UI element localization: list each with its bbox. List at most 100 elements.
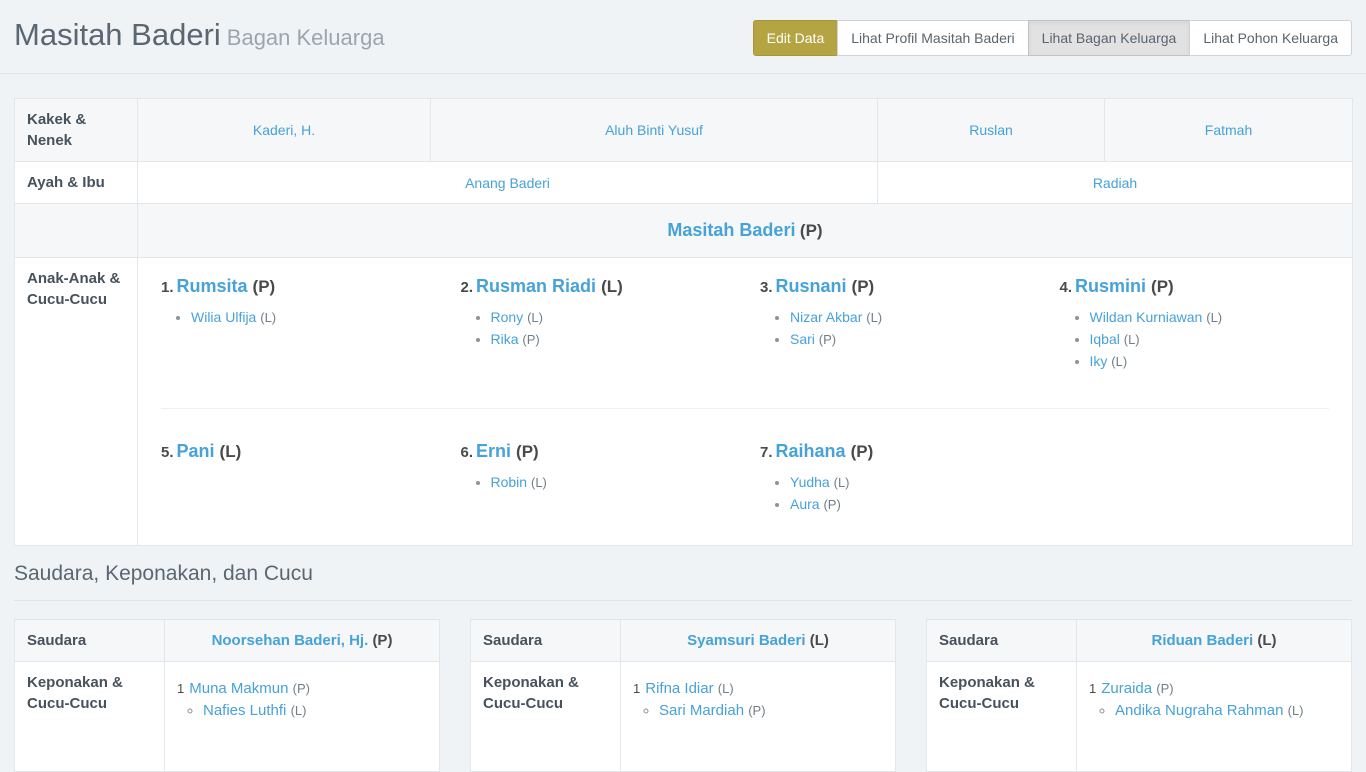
nephew-link[interactable]: Rifna Idiar	[645, 680, 713, 697]
nephew-child-link[interactable]: Sari Mardiah	[659, 702, 744, 719]
sibling-table-wrap: Saudara Riduan Baderi (L) Keponakan & Cu…	[926, 619, 1352, 772]
grandchild-link[interactable]: Aura	[790, 496, 820, 512]
gender-tag: (L)	[810, 632, 829, 649]
person-cell: Masitah Baderi (P)	[138, 204, 1353, 258]
grandchild-link[interactable]: Yudha	[790, 474, 830, 490]
child-number: 2.	[461, 279, 474, 296]
page-title: Masitah Baderi	[14, 17, 221, 52]
sibling-name-cell: Riduan Baderi (L)	[1077, 620, 1352, 662]
children-row-divider	[161, 408, 1329, 409]
child-link[interactable]: Rumsita	[177, 276, 248, 296]
grandchild-link[interactable]: Wildan Kurniawan	[1090, 309, 1203, 325]
nephew-link[interactable]: Zuraida	[1101, 680, 1152, 697]
child-block: 1.Rumsita (P) Wilia Ulfija (L)	[146, 276, 446, 374]
grandchild-link[interactable]: Rika	[491, 331, 519, 347]
child-block: 7.Raihana (P) Yudha (L) Aura (P)	[745, 441, 1045, 517]
gender-tag: (P)	[372, 632, 392, 649]
gender-tag: (P)	[800, 221, 823, 240]
nephew-link[interactable]: Muna Makmun	[189, 680, 288, 697]
child-link[interactable]: Rusman Riadi	[476, 276, 596, 296]
page-header: Masitah BaderiBagan Keluarga Edit Data L…	[0, 0, 1366, 74]
grandparent-link[interactable]: Kaderi, H.	[253, 122, 315, 138]
gender-tag: (L)	[1206, 310, 1222, 325]
sibling-link[interactable]: Noorsehan Baderi, Hj.	[212, 632, 369, 649]
nephew-item: 1Muna Makmun (P)Nafies Luthfi (L)	[177, 678, 427, 721]
grandchild-link[interactable]: Iqbal	[1090, 331, 1120, 347]
grandparent-link[interactable]: Ruslan	[969, 122, 1013, 138]
gender-tag: (P)	[748, 703, 765, 718]
nephew-item: 1Zuraida (P)Andika Nugraha Rahman (L)	[1089, 678, 1339, 721]
gender-tag: (L)	[834, 475, 850, 490]
gender-tag: (L)	[531, 475, 547, 490]
grandparent-link[interactable]: Aluh Binti Yusuf	[605, 122, 703, 138]
child-heading: 1.Rumsita (P)	[161, 276, 431, 298]
person-row-label	[15, 204, 138, 258]
grandchild-link[interactable]: Iky	[1090, 353, 1108, 369]
child-heading: 7.Raihana (P)	[760, 441, 1030, 463]
grandchild-item: Rony (L)	[491, 308, 731, 327]
sibling-link[interactable]: Riduan Baderi	[1151, 632, 1253, 649]
grandchild-item: Iqbal (L)	[1090, 330, 1330, 349]
grandchild-link[interactable]: Nizar Akbar	[790, 309, 862, 325]
sibling-table-wrap: Saudara Syamsuri Baderi (L) Keponakan & …	[470, 619, 896, 772]
grandchildren-list: Nizar Akbar (L)Sari (P)	[760, 308, 1030, 349]
grandchild-link[interactable]: Sari	[790, 331, 815, 347]
nephew-children-list: Nafies Luthfi (L)	[177, 700, 427, 721]
child-block: 4.Rusmini (P) Wildan Kurniawan (L)Iqbal …	[1045, 276, 1345, 374]
person-link[interactable]: Masitah Baderi	[667, 220, 795, 240]
nephew-child-item: Nafies Luthfi (L)	[203, 700, 427, 721]
grandchild-item: Yudha (L)	[790, 473, 1030, 492]
grandparent-cell: Kaderi, H.	[138, 99, 431, 162]
nephew-child-link[interactable]: Nafies Luthfi	[203, 702, 286, 719]
gender-tag: (L)	[1257, 632, 1276, 649]
nephew-child-item: Sari Mardiah (P)	[659, 700, 883, 721]
child-link[interactable]: Pani	[177, 441, 215, 461]
view-toolbar: Edit Data Lihat Profil Masitah Baderi Li…	[753, 20, 1352, 56]
gender-tag: (P)	[852, 277, 875, 296]
child-link[interactable]: Raihana	[776, 441, 846, 461]
grandchild-link[interactable]: Wilia Ulfija	[191, 309, 256, 325]
child-heading: 5.Pani (L)	[161, 441, 431, 463]
nephew-children-list: Andika Nugraha Rahman (L)	[1089, 700, 1339, 721]
grandchild-link[interactable]: Robin	[491, 474, 528, 490]
sibling-name-row: Saudara Riduan Baderi (L)	[927, 620, 1352, 662]
row-label-grandparents: Kakek & Nenek	[15, 99, 138, 162]
parent-link[interactable]: Anang Baderi	[465, 175, 550, 191]
nephew-number: 1	[633, 681, 640, 696]
grandchild-item: Wildan Kurniawan (L)	[1090, 308, 1330, 327]
sibling-link[interactable]: Syamsuri Baderi	[687, 632, 805, 649]
grandchild-link[interactable]: Rony	[491, 309, 524, 325]
grandchild-item: Nizar Akbar (L)	[790, 308, 1030, 327]
gender-tag: (P)	[823, 497, 840, 512]
gender-tag: (L)	[1124, 332, 1140, 347]
child-link[interactable]: Rusmini	[1075, 276, 1146, 296]
view-tree-button[interactable]: Lihat Pohon Keluarga	[1189, 20, 1352, 56]
grandparent-cell: Ruslan	[878, 99, 1105, 162]
child-block: 6.Erni (P) Robin (L)	[446, 441, 746, 517]
child-number: 7.	[760, 444, 773, 461]
view-chart-button[interactable]: Lihat Bagan Keluarga	[1028, 20, 1191, 56]
child-link[interactable]: Rusnani	[776, 276, 847, 296]
child-block: 5.Pani (L)	[146, 441, 446, 517]
child-heading: 4.Rusmini (P)	[1060, 276, 1330, 298]
grandchild-item: Rika (P)	[491, 330, 731, 349]
nephew-number: 1	[1089, 681, 1096, 696]
parent-link[interactable]: Radiah	[1093, 175, 1137, 191]
child-number: 4.	[1060, 279, 1073, 296]
grandchild-item: Robin (L)	[491, 473, 731, 492]
child-block: 2.Rusman Riadi (L) Rony (L) Rika (P)	[446, 276, 746, 374]
view-profile-button[interactable]: Lihat Profil Masitah Baderi	[837, 20, 1028, 56]
nephew-child-link[interactable]: Andika Nugraha Rahman	[1115, 702, 1283, 719]
gender-tag: (P)	[1151, 277, 1174, 296]
sibling-name-cell: Noorsehan Baderi, Hj. (P)	[165, 620, 440, 662]
sibling-name-row: Saudara Noorsehan Baderi, Hj. (P)	[15, 620, 440, 662]
gender-tag: (L)	[291, 703, 307, 718]
child-link[interactable]: Erni	[476, 441, 511, 461]
grandparent-link[interactable]: Fatmah	[1205, 122, 1252, 138]
grandchild-item: Wilia Ulfija (L)	[191, 308, 431, 327]
child-heading: 6.Erni (P)	[461, 441, 731, 463]
edit-data-button[interactable]: Edit Data	[753, 20, 839, 56]
child-heading: 2.Rusman Riadi (L)	[461, 276, 731, 298]
sibling-table-wrap: Saudara Noorsehan Baderi, Hj. (P) Kepona…	[14, 619, 440, 772]
sibling-table: Saudara Noorsehan Baderi, Hj. (P) Kepona…	[14, 619, 440, 772]
